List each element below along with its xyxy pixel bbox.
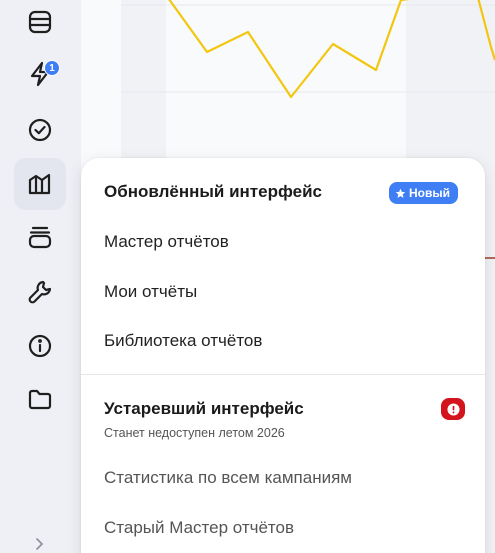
- legacy-interface-title: Устаревший интерфейс: [104, 399, 304, 418]
- new-interface-title: Обновлённый интерфейс: [104, 182, 322, 201]
- menu-item-all-campaigns-stats[interactable]: Статистика по всем кампаниям: [104, 468, 352, 488]
- menu-item-report-wizard[interactable]: Мастер отчётов: [104, 232, 229, 252]
- check-circle-icon[interactable]: [14, 104, 66, 156]
- stack-icon[interactable]: [14, 211, 66, 263]
- star-icon: [395, 188, 406, 198]
- menu-item-old-report-wizard[interactable]: Старый Мастер отчётов: [104, 518, 294, 538]
- reports-menu: Обновлённый интерфейс Новый Мастер отчёт…: [81, 158, 485, 553]
- menu-item-report-library[interactable]: Библиотека отчётов: [104, 331, 262, 351]
- legacy-interface-subtitle: Станет недоступен летом 2026: [104, 426, 285, 440]
- sidebar: 1: [0, 0, 81, 553]
- folder-icon[interactable]: [14, 373, 66, 425]
- new-badge-label: Новый: [409, 186, 450, 200]
- menu-divider: [81, 374, 485, 375]
- exclamation-icon: [446, 402, 460, 416]
- wrench-icon[interactable]: [14, 266, 66, 318]
- reports-icon[interactable]: [14, 158, 66, 210]
- menu-item-my-reports[interactable]: Мои отчёты: [104, 282, 197, 302]
- new-badge: Новый: [389, 182, 458, 204]
- chevron-right-icon[interactable]: [31, 536, 47, 552]
- info-icon[interactable]: [14, 320, 66, 372]
- lightning-icon[interactable]: 1: [14, 48, 66, 100]
- warning-badge: [441, 398, 465, 420]
- notification-badge: 1: [44, 60, 60, 76]
- database-icon[interactable]: [14, 0, 66, 48]
